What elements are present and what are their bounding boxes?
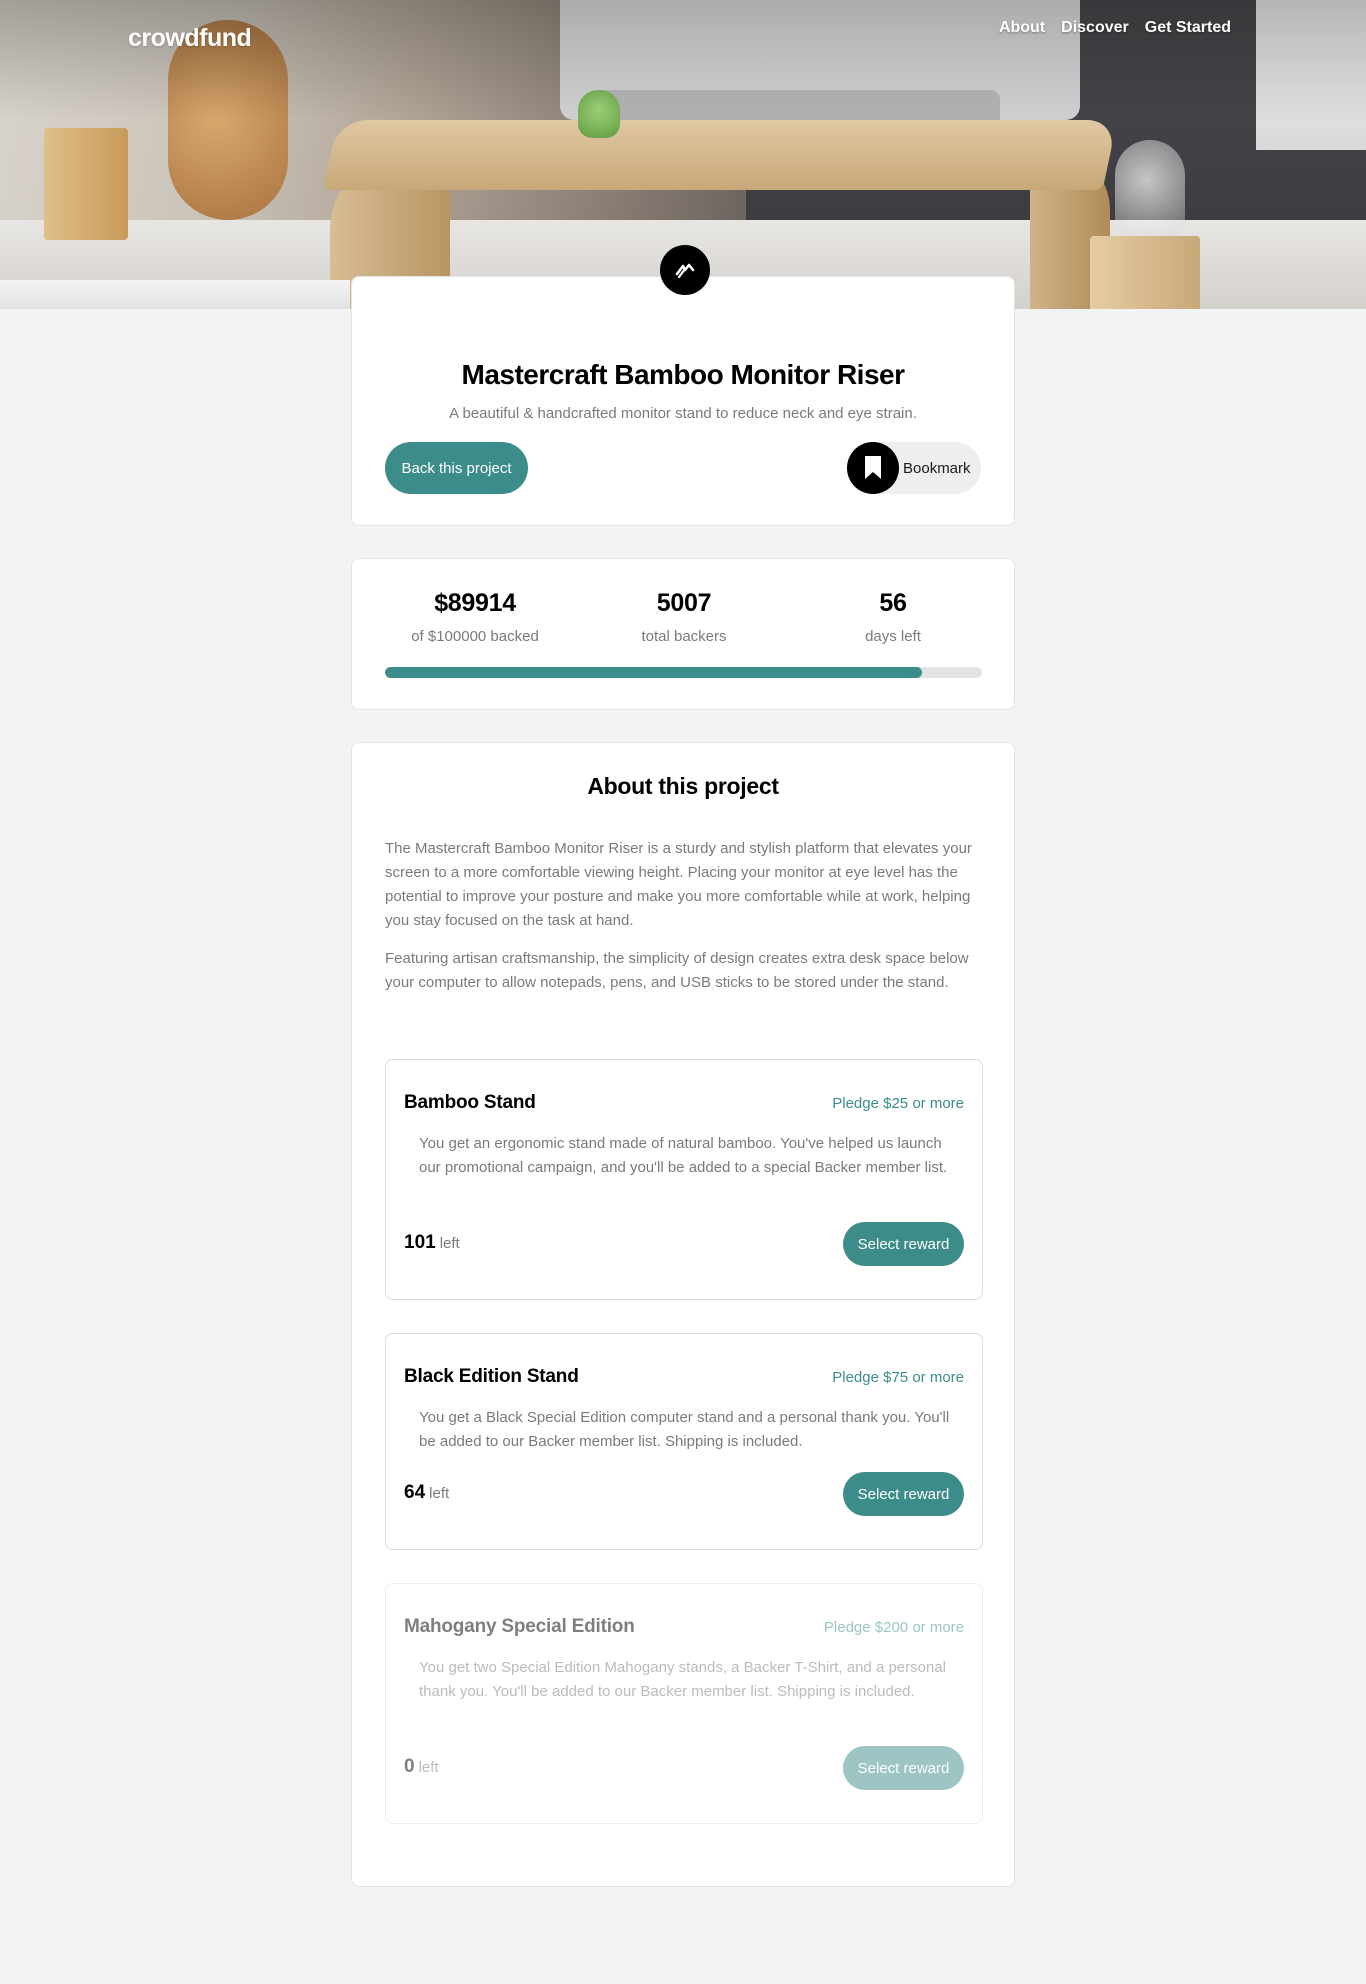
stat-backed: $89914 of $100000 backed [375,589,575,645]
reward-left-label: left [439,1235,460,1252]
project-title: Mastercraft Bamboo Monitor Riser [461,359,905,390]
reward-name: Bamboo Stand [404,1092,536,1113]
reward-card-mahogany: Mahogany Special Edition Pledge $200 or … [385,1583,983,1824]
reward-left-label: left [429,1485,450,1502]
back-project-button[interactable]: Back this project [385,442,528,494]
nav-get-started[interactable]: Get Started [1145,19,1231,37]
project-subtitle: A beautiful & handcrafted monitor stand … [449,405,917,422]
backers-count: 5007 [656,589,712,617]
reward-left-count: 64 [404,1482,426,1503]
reward-left-count: 0 [404,1756,415,1777]
about-paragraph: Featuring artisan craftsmanship, the sim… [385,950,969,991]
nav-discover[interactable]: Discover [1061,19,1129,37]
reward-pledge: Pledge $200 or more [823,1619,964,1636]
reward-left-label: left [418,1759,439,1776]
reward-card-bamboo: Bamboo Stand Pledge $25 or more You get … [385,1059,983,1300]
stat-backers: 5007 total backers [584,589,784,645]
main-nav: About Discover Get Started [999,19,1231,37]
reward-left-count: 101 [404,1232,436,1253]
site-logo[interactable]: crowdfund [128,24,252,53]
reward-pledge: Pledge $75 or more [832,1369,964,1386]
bookmark-icon [847,442,899,494]
nav-about[interactable]: About [999,19,1045,37]
select-reward-button[interactable]: Select reward [843,1472,964,1516]
reward-stock: 64 left [404,1482,449,1504]
project-intro-card: Mastercraft Bamboo Monitor Riser A beaut… [351,245,1015,526]
bookmark-label: Bookmark [903,459,971,477]
stats-card: $89914 of $100000 backed 5007 total back… [351,558,1015,710]
backed-amount: $89914 [434,589,516,617]
reward-card-black-edition: Black Edition Stand Pledge $75 or more Y… [385,1333,983,1550]
reward-name: Mahogany Special Edition [404,1616,635,1637]
select-reward-button-disabled: Select reward [843,1746,964,1790]
reward-stock: 0 left [404,1756,439,1778]
bookmark-button[interactable]: Bookmark [847,442,981,494]
about-card: About this project The Mastercraft Bambo… [351,742,1015,1887]
mastercraft-logo-icon [660,245,710,295]
funding-progress-bar [385,667,982,678]
reward-description: You get an ergonomic stand made of natur… [419,1135,948,1176]
stat-days: 56 days left [793,589,993,645]
select-reward-button[interactable]: Select reward [843,1222,964,1266]
reward-description: You get a Black Special Edition computer… [419,1409,950,1450]
reward-name: Black Edition Stand [404,1366,579,1387]
reward-pledge: Pledge $25 or more [832,1095,964,1112]
funding-progress-fill [385,667,922,678]
reward-description: You get two Special Edition Mahogany sta… [419,1659,946,1700]
days-label: days left [865,628,921,645]
about-paragraph: The Mastercraft Bamboo Monitor Riser is … [385,840,972,929]
backers-label: total backers [641,628,727,645]
backed-label: of $100000 backed [411,628,539,645]
days-count: 56 [879,589,907,617]
about-title: About this project [587,773,779,799]
reward-stock: 101 left [404,1232,460,1254]
